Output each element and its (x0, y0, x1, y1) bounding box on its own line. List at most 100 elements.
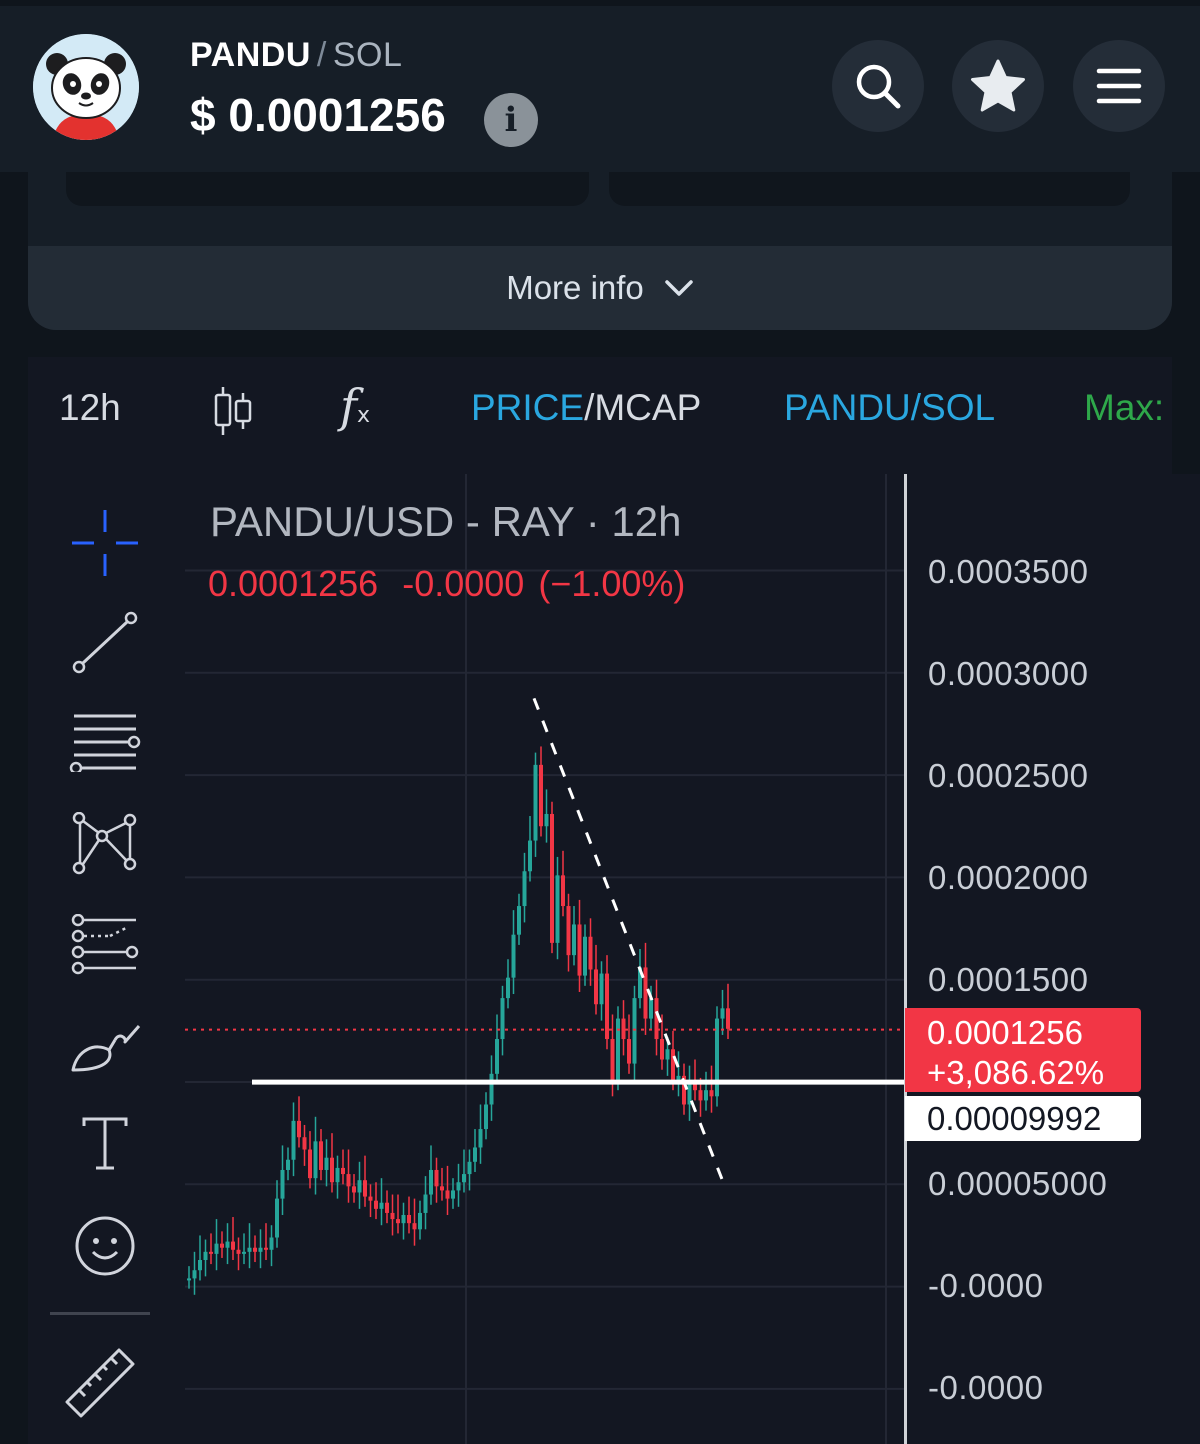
search-button[interactable] (832, 40, 924, 132)
text-icon (82, 1117, 128, 1170)
candle-body (462, 1174, 466, 1183)
candle-body (522, 871, 527, 907)
candle-body (627, 1039, 631, 1064)
candle-body (418, 1212, 422, 1230)
candle-body (187, 1278, 191, 1281)
candle-body (308, 1149, 312, 1179)
horizontal-line-label: 0.00009992 (905, 1096, 1141, 1141)
chart-legend-title: PANDU/USD - RAY · 12h (210, 498, 682, 545)
candle-body (506, 977, 510, 999)
candle-body (401, 1214, 406, 1224)
candle-body (693, 1084, 697, 1091)
menu-button[interactable] (1073, 40, 1165, 132)
trend-line-tool[interactable] (50, 610, 160, 676)
dashed-trend-line[interactable] (532, 697, 726, 1185)
chart-legend-values: 0.0001256 -0.0000 (−1.00%) (208, 563, 699, 605)
candle-body (621, 1018, 626, 1040)
candle-body (632, 998, 637, 1064)
ruler-icon (65, 1348, 135, 1418)
ruler-tool[interactable] (44, 1346, 154, 1418)
candle-body (440, 1186, 444, 1191)
candle-body (247, 1247, 252, 1252)
candle-body (341, 1167, 345, 1175)
candle-body (214, 1243, 219, 1254)
trend-line-icon (72, 611, 138, 674)
brush-tool[interactable] (50, 1020, 160, 1074)
token-price: $ 0.0001256 (190, 89, 446, 141)
fib-retracement-icon (71, 914, 139, 975)
price-scale-tick: 0.0003500 (928, 553, 1089, 590)
candle-body (704, 1090, 708, 1101)
legend-change: -0.0000 (402, 563, 525, 604)
candle-body (209, 1251, 213, 1254)
candle-body (297, 1120, 301, 1138)
candle-body (456, 1182, 461, 1191)
candle-body (335, 1167, 340, 1183)
price-scale-border (904, 474, 907, 1444)
candle-body (572, 924, 576, 956)
candle-body (368, 1196, 373, 1201)
candle-body (302, 1137, 307, 1150)
candle-body (726, 1008, 730, 1029)
candle-body (478, 1129, 483, 1148)
legend-change-pct: (−1.00%) (538, 563, 686, 604)
candle-body (533, 764, 538, 841)
candle-body (610, 1039, 615, 1080)
candle-body (660, 1039, 664, 1060)
candle-body (649, 998, 653, 1019)
pair-base-symbol: PANDU (190, 36, 311, 74)
pattern-tool[interactable] (50, 812, 160, 876)
price-scale-tick: 0.0001500 (928, 961, 1089, 998)
price-scale-tick: 0.0002000 (928, 859, 1089, 896)
emoji-icon (75, 1216, 135, 1276)
candle-body (357, 1180, 362, 1193)
candle-body (594, 969, 598, 1005)
candle-body (275, 1198, 279, 1238)
last-price-value: 0.0001256 (927, 1014, 1083, 1051)
candle-body (390, 1212, 395, 1220)
crosshair-tool[interactable] (50, 508, 160, 578)
emoji-tool[interactable] (50, 1214, 160, 1278)
text-tool[interactable] (50, 1116, 160, 1172)
candle-body (291, 1120, 296, 1160)
price-scale-tick: -0.0000 (928, 1369, 1044, 1406)
candle-body (500, 998, 505, 1040)
candle-body (555, 875, 560, 943)
menu-icon (1096, 68, 1142, 104)
candle-body (528, 840, 532, 872)
favorite-button[interactable] (952, 40, 1044, 132)
info-icon[interactable]: i (484, 93, 538, 147)
legend-last-price: 0.0001256 (208, 563, 379, 604)
candle-body (671, 1049, 675, 1080)
candle-body (379, 1202, 384, 1209)
candle-body (319, 1141, 323, 1170)
token-header: PANDU / SOL $ 0.0001256 i (0, 0, 1200, 172)
candle-body (561, 875, 565, 907)
horizontal-line-value: 0.00009992 (927, 1100, 1102, 1137)
candle-body (665, 1049, 670, 1060)
candle-body (616, 1018, 620, 1080)
horizontal-lines-tool[interactable] (50, 712, 160, 772)
candle-body (544, 813, 549, 827)
candle-body (242, 1251, 246, 1254)
search-icon (856, 64, 901, 109)
candle-body (577, 924, 582, 976)
candle-body (236, 1249, 241, 1254)
drawing-toolbar (50, 490, 160, 1444)
candle-body (286, 1159, 290, 1170)
candle-body (517, 906, 521, 935)
candle-body (385, 1202, 389, 1213)
candle-body (676, 1075, 681, 1080)
candle-body (566, 906, 571, 956)
fib-retracement-tool[interactable] (50, 914, 160, 978)
candle-body (709, 1090, 714, 1097)
candle-body (495, 1039, 499, 1074)
candle-body (269, 1237, 274, 1250)
candle-body (698, 1090, 703, 1101)
candle-body (363, 1180, 367, 1197)
candle-body (220, 1243, 224, 1248)
candle-body (434, 1169, 439, 1187)
candle-body (489, 1073, 494, 1105)
pair-quote-symbol: SOL (332, 36, 403, 74)
panda-avatar[interactable] (33, 34, 139, 140)
